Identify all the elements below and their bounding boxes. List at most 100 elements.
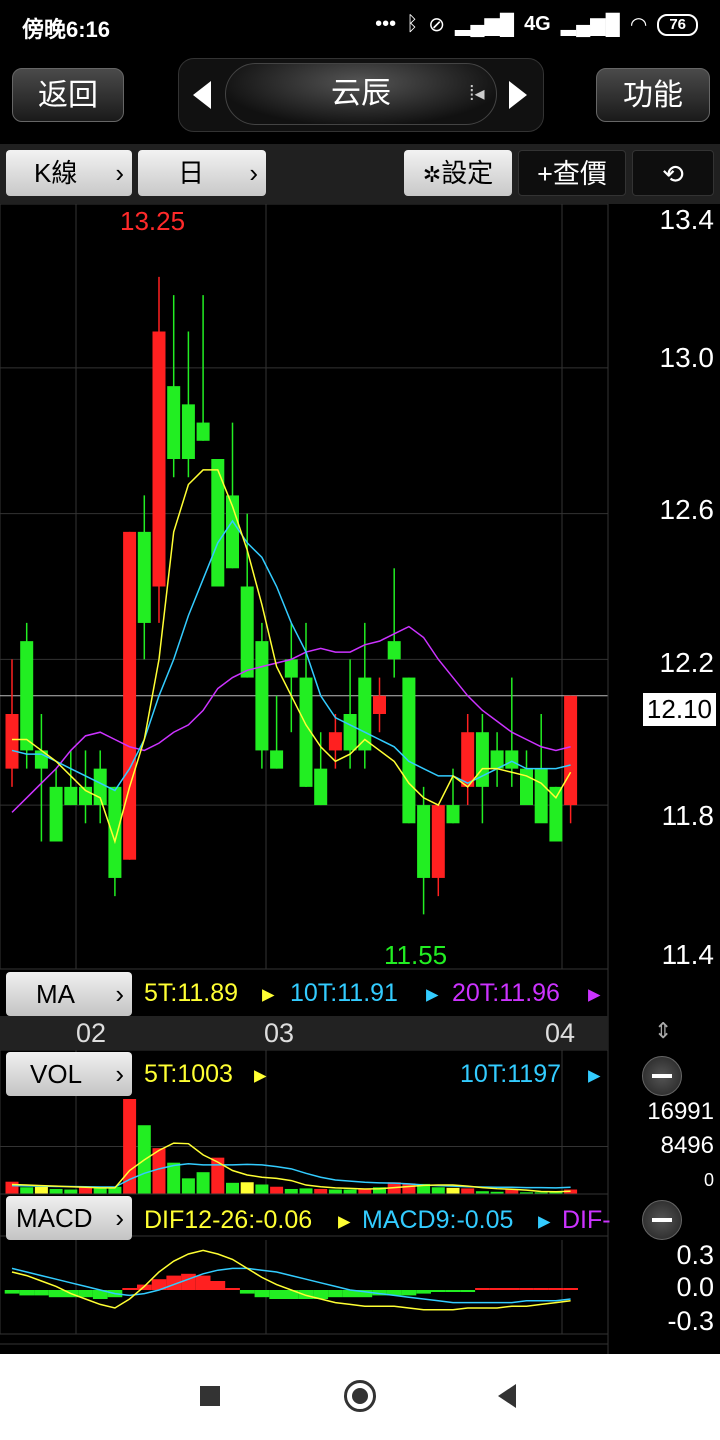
macd-axis-tick: 0.3	[676, 1240, 714, 1270]
candle-body	[461, 732, 475, 787]
volume-bar	[446, 1187, 460, 1194]
gear-icon: ✲	[422, 162, 442, 187]
settings-button[interactable]: ✲設定	[404, 150, 512, 196]
chart-type-button[interactable]: K線 ›	[6, 150, 132, 196]
volume-bar	[211, 1157, 225, 1194]
volume-bar	[343, 1189, 357, 1194]
price-panel-frame	[0, 204, 609, 970]
macd-histogram-bar	[563, 1288, 578, 1290]
macd-histogram-bar	[210, 1281, 226, 1290]
macd-histogram-bar	[533, 1288, 549, 1290]
macd-histogram-bar	[445, 1290, 461, 1292]
volume-bar	[79, 1187, 92, 1194]
chart-toolbar: K線 › 日 › ✲設定 +查價 ⟲	[0, 144, 720, 204]
vol-label: VOL	[30, 1059, 83, 1089]
chevron-right-icon: ›	[115, 979, 124, 1009]
ma10-value: 10T:11.91	[290, 979, 398, 1007]
vol5-line	[11, 1142, 571, 1193]
battery-icon: 76	[657, 13, 698, 36]
candle-body	[314, 768, 328, 806]
candle-body	[564, 695, 578, 806]
ma20-value: 20T:11.96	[452, 979, 560, 1007]
status-icons: ••• ᛒ ⊘ ▂▄▆█ 4G ▂▄▆█ ◠ 76	[375, 12, 698, 37]
macd-histogram-bar	[460, 1290, 476, 1292]
candle-body	[20, 641, 34, 751]
stock-list-icon[interactable]: ⁞◂	[469, 81, 485, 106]
candle-body	[167, 386, 181, 459]
candle-body	[328, 732, 342, 751]
volume-bar	[196, 1172, 210, 1194]
volume-bar	[49, 1188, 63, 1194]
candle-body	[431, 805, 445, 878]
price-tick: 13.4	[659, 204, 715, 235]
candle-body	[284, 659, 298, 678]
remove-vol-icon[interactable]	[642, 1056, 682, 1096]
chevron-right-icon: ›	[249, 158, 258, 188]
query-price-button[interactable]: +查價	[518, 150, 626, 196]
macd9-value: MACD9:-0.05	[362, 1206, 514, 1234]
home-icon[interactable]	[344, 1380, 376, 1412]
volume-bar	[34, 1186, 48, 1194]
macd-label: MACD	[16, 1203, 93, 1233]
next-stock-icon[interactable]	[509, 81, 527, 109]
vol-axis-tick: 8496	[660, 1132, 714, 1159]
recent-apps-icon[interactable]	[200, 1386, 220, 1406]
ma5-marker-icon: ▸	[262, 980, 275, 1008]
stock-name[interactable]: 云辰	[225, 63, 497, 125]
current-price-label: 12.10	[642, 693, 716, 726]
vol-axis-tick: 16991	[647, 1098, 714, 1125]
ma-indicator-button[interactable]: MA ›	[6, 972, 132, 1016]
volume-bar	[20, 1187, 34, 1194]
low-price-label: 11.55	[384, 940, 448, 970]
volume-bar	[167, 1162, 181, 1194]
remove-macd-icon[interactable]	[642, 1200, 682, 1240]
period-button[interactable]: 日 ›	[138, 150, 266, 196]
signal-icon-2: ▂▄▆█	[560, 14, 620, 36]
macd-histogram-bar	[4, 1290, 20, 1294]
macd-histogram-bar	[48, 1290, 64, 1298]
candle-body	[343, 714, 357, 751]
period-label: 日	[178, 158, 205, 188]
bluetooth-icon: ᛒ	[406, 13, 419, 35]
price-tick: 12.6	[659, 494, 715, 525]
volume-bar	[328, 1189, 342, 1194]
vol-indicator-button[interactable]: VOL ›	[6, 1052, 132, 1096]
ma20-marker-icon: ▸	[588, 980, 601, 1008]
volume-bar	[255, 1184, 269, 1194]
candle-body	[240, 586, 254, 678]
wifi-icon: ◠	[629, 14, 648, 36]
rotate-icon: ⟲	[662, 159, 684, 189]
chevron-right-icon: ›	[115, 158, 124, 188]
rotate-screen-button[interactable]: ⟲	[632, 150, 714, 196]
macd-histogram-bar	[519, 1288, 534, 1290]
volume-bar	[299, 1188, 313, 1194]
prev-stock-icon[interactable]	[193, 81, 211, 109]
resize-handle-icon[interactable]: ⇕	[654, 1018, 672, 1044]
date-tick: 04	[545, 1018, 576, 1048]
back-button[interactable]: 返回	[12, 68, 124, 122]
macd-indicator-button[interactable]: MACD ›	[6, 1196, 132, 1240]
back-icon[interactable]	[498, 1384, 516, 1408]
price-tick: 11.4	[661, 939, 714, 970]
candle-body	[196, 422, 210, 441]
volume-bar	[314, 1188, 328, 1194]
candle-body	[108, 786, 122, 878]
volume-bar	[358, 1189, 372, 1194]
volume-bar	[5, 1181, 19, 1194]
date-tick: 02	[76, 1018, 107, 1048]
vol5-marker-icon: ▸	[254, 1061, 267, 1089]
function-button[interactable]: 功能	[596, 68, 710, 122]
candle-body	[549, 786, 563, 842]
volume-bar	[152, 1148, 166, 1194]
app-header: 返回 云辰 ⁞◂ 功能	[0, 52, 720, 140]
settings-label: 設定	[441, 158, 494, 188]
chart-area[interactable]: 13.4 13.0 12.6 12.2 11.8 11.4 12.10 13.2…	[0, 204, 720, 1354]
macd-histogram-bar	[195, 1275, 211, 1290]
macd-axis-tick: -0.3	[667, 1306, 714, 1336]
candle-body	[5, 714, 19, 769]
kline-chart[interactable]	[0, 204, 720, 1354]
vol10-line	[11, 1163, 571, 1189]
price-tick: 11.8	[661, 800, 714, 831]
vol10-marker-icon: ▸	[588, 1061, 601, 1089]
candle-body	[373, 695, 386, 714]
